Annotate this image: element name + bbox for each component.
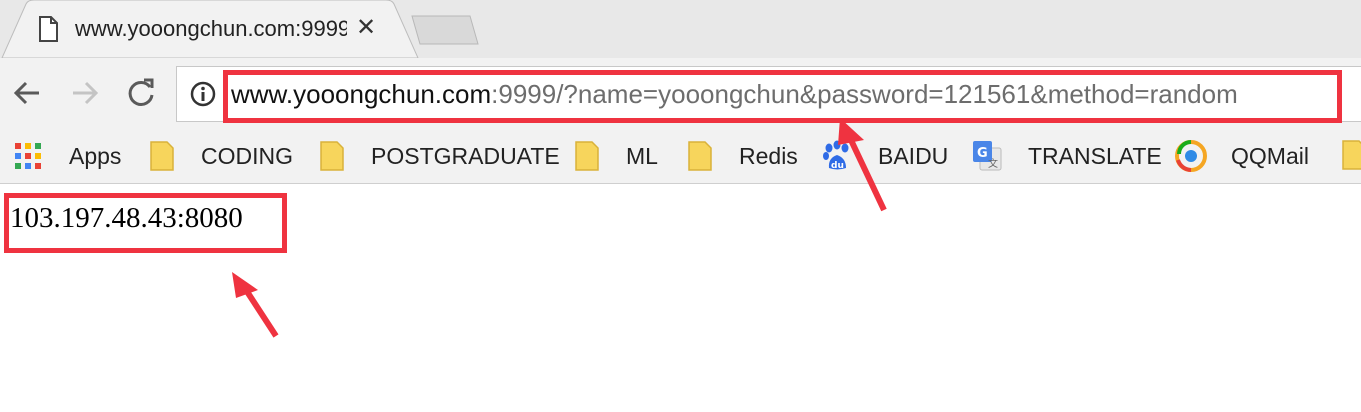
back-arrow-icon <box>13 81 39 105</box>
content-highlight-box <box>4 193 287 253</box>
info-icon[interactable] <box>190 81 216 107</box>
svg-text:G: G <box>977 146 988 161</box>
back-button[interactable] <box>12 78 42 108</box>
bookmark-baidu[interactable]: du BAIDU <box>822 140 948 172</box>
bookmark-translate[interactable]: G 文 TRANSLATE <box>972 140 1162 172</box>
svg-text:文: 文 <box>988 157 998 170</box>
google-translate-icon: G 文 <box>972 140 1002 172</box>
bookmark-ml[interactable]: ML <box>575 140 658 172</box>
bookmark-redis[interactable]: Redis <box>688 140 798 172</box>
forward-button[interactable] <box>70 78 100 108</box>
new-tab-button <box>411 15 479 45</box>
bookmark-postgraduate[interactable]: POSTGRADUATE <box>320 140 560 172</box>
bookmark-label: Apps <box>69 142 122 169</box>
bookmark-apps[interactable]: Apps <box>15 140 121 172</box>
bookmark-coding[interactable]: CODING <box>150 140 293 172</box>
apps-grid-icon <box>15 143 41 169</box>
tab-strip: www.yooongchun.com:9999/?name=yooongchun… <box>0 0 1361 58</box>
svg-text:du: du <box>831 161 844 171</box>
bookmark-label: TRANSLATE <box>1028 142 1162 169</box>
bookmark-label: Redis <box>739 142 798 169</box>
bookmark-label: BAIDU <box>878 142 949 169</box>
folder-icon <box>575 141 599 171</box>
url-highlight-box <box>223 70 1342 123</box>
arrow-to-content <box>232 272 279 338</box>
tab-title[interactable]: www.yooongchun.com:9999/?name=yooongchun… <box>75 16 347 42</box>
folder-icon <box>320 141 344 171</box>
reload-button[interactable] <box>125 77 157 109</box>
bookmark-label: QQMail <box>1231 142 1309 169</box>
bookmark-label: POSTGRADUATE <box>371 142 560 169</box>
page-icon <box>38 16 58 42</box>
folder-icon <box>150 141 174 171</box>
tab-close-button[interactable]: ✕ <box>356 14 376 42</box>
bookmark-label: CODING <box>201 142 293 169</box>
baidu-icon: du <box>822 140 852 172</box>
bookmark-label: ML <box>626 142 658 169</box>
forward-arrow-icon <box>73 81 99 105</box>
folder-icon <box>688 141 712 171</box>
qqmail-icon <box>1175 140 1207 172</box>
folder-icon[interactable] <box>1342 140 1361 170</box>
reload-icon <box>128 78 154 106</box>
bookmark-qqmail[interactable]: QQMail <box>1175 140 1309 172</box>
